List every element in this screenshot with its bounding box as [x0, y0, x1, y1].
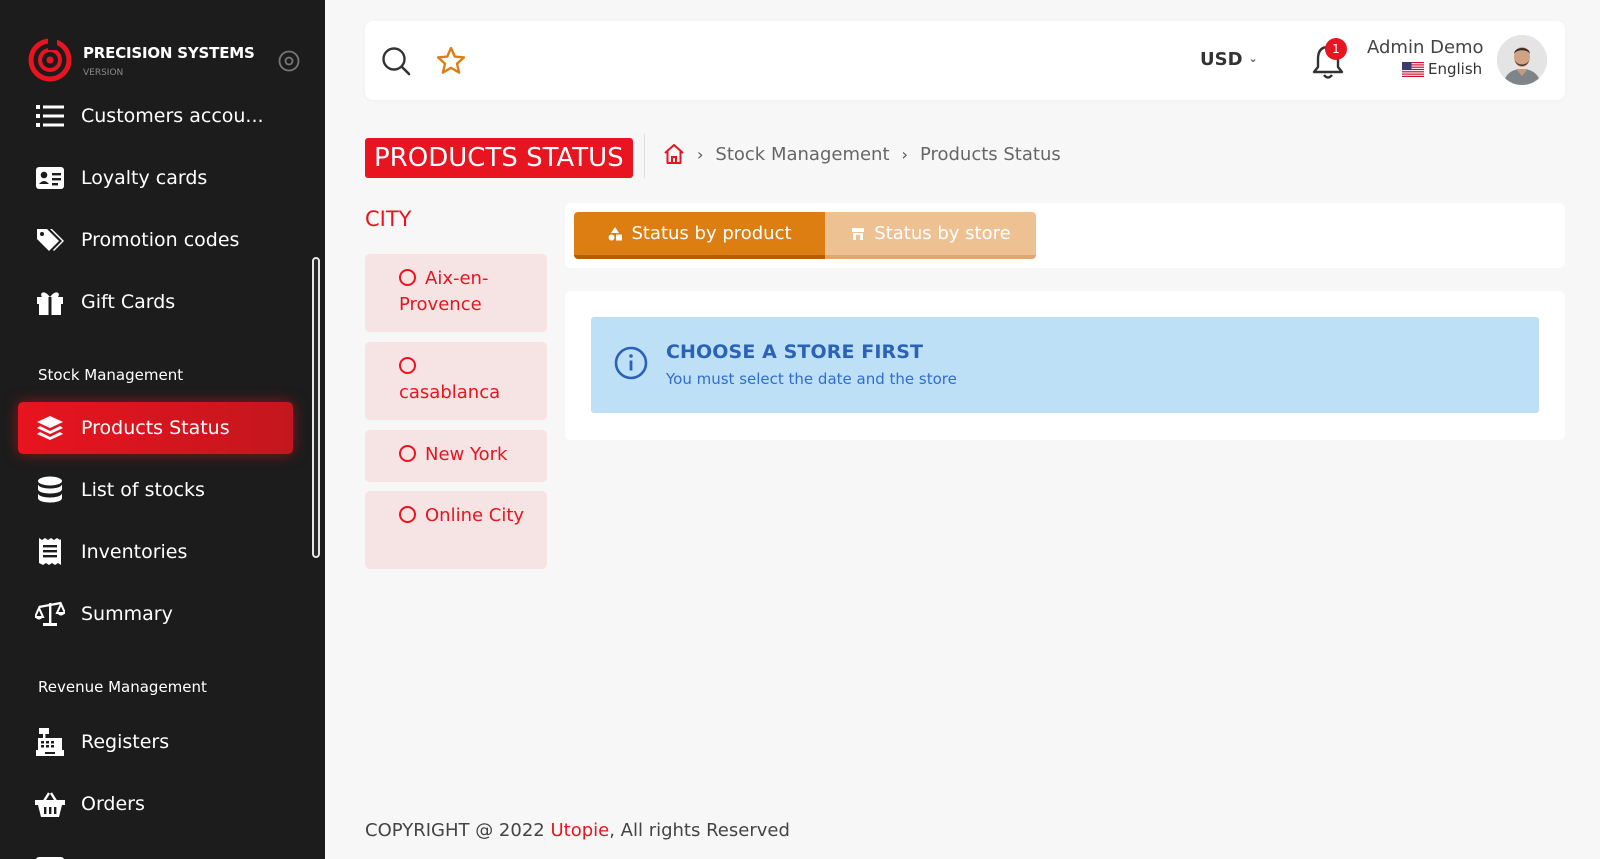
shapes-icon	[608, 226, 623, 240]
cash-register-icon	[35, 727, 65, 757]
alert-title: CHOOSE A STORE FIRST	[666, 341, 924, 363]
city-label: New York	[425, 444, 508, 465]
info-icon	[614, 346, 648, 380]
radio-icon	[399, 269, 416, 286]
sidebar-scrollbar[interactable]	[312, 257, 320, 558]
basket-icon	[35, 789, 65, 819]
city-label: casablanca	[399, 382, 501, 403]
city-option-casablanca[interactable]: casablanca	[365, 342, 547, 420]
city-filter-title: CITY	[365, 207, 412, 231]
city-option-new-york[interactable]: New York	[365, 430, 547, 482]
status-tabs-card: Status by product Status by store	[565, 203, 1565, 268]
sidebar-section-revenue-management: Revenue Management	[38, 678, 207, 696]
footer-brand-link[interactable]: Utopie	[550, 820, 609, 841]
sidebar-item-registers[interactable]: Registers	[18, 716, 293, 768]
city-option-aix-en-provence[interactable]: Aix-en-Provence	[365, 254, 547, 332]
notification-badge: 1	[1325, 38, 1347, 60]
info-alert: CHOOSE A STORE FIRST You must select the…	[591, 317, 1539, 413]
sidebar-item-summary[interactable]: Summary	[18, 588, 293, 640]
sidebar-item-orders[interactable]: Orders	[18, 778, 293, 830]
sidebar-item-products-status[interactable]: Products Status	[18, 402, 293, 454]
currency-label: USD	[1200, 49, 1243, 70]
tab-status-by-store[interactable]: Status by store	[825, 212, 1036, 259]
user-name[interactable]: Admin Demo	[1367, 37, 1484, 58]
language-selector[interactable]: English	[1402, 60, 1482, 78]
layers-icon	[35, 413, 65, 443]
radio-icon	[399, 506, 416, 523]
sidebar-item-label: Loyalty cards	[81, 167, 208, 189]
database-icon	[35, 475, 65, 505]
sidebar-section-stock-management: Stock Management	[38, 366, 184, 384]
tab-status-by-product[interactable]: Status by product	[574, 212, 825, 259]
brand-subtitle: VERSION	[83, 68, 124, 78]
store-icon	[35, 849, 65, 859]
sidebar-item-label: Orders	[81, 793, 145, 815]
top-header: USD ⌄ 1 Admin Demo English	[365, 21, 1565, 100]
title-divider	[644, 134, 645, 178]
sidebar-item-partial[interactable]	[18, 838, 293, 859]
breadcrumb-products-status: Products Status	[919, 143, 1061, 165]
us-flag-icon	[1402, 61, 1424, 77]
tags-icon	[35, 225, 65, 255]
sidebar-item-inventories[interactable]: Inventories	[18, 526, 293, 578]
sidebar-toggle-icon[interactable]	[278, 50, 300, 72]
sidebar-item-loyalty-cards[interactable]: Loyalty cards	[18, 152, 293, 204]
breadcrumb: › Stock Management › Products Status	[663, 143, 1061, 165]
footer-suffix: , All rights Reserved	[609, 820, 790, 841]
sidebar: PRECISION SYSTEMS VERSION Customers acco…	[0, 0, 325, 859]
currency-selector[interactable]: USD ⌄	[1200, 49, 1258, 70]
sidebar-item-promotion-codes[interactable]: Promotion codes	[18, 214, 293, 266]
id-card-icon	[35, 163, 65, 193]
user-avatar-icon	[1497, 35, 1547, 85]
language-label: English	[1428, 60, 1483, 78]
alert-card: CHOOSE A STORE FIRST You must select the…	[565, 291, 1565, 440]
chevron-right-icon: ›	[901, 144, 908, 164]
tab-label: Status by store	[874, 223, 1011, 244]
radio-icon	[399, 357, 416, 374]
list-icon	[35, 101, 65, 131]
scale-icon	[35, 599, 65, 629]
brand-name: PRECISION SYSTEMS	[83, 44, 255, 62]
chevron-down-icon: ⌄	[1248, 52, 1258, 65]
footer-copyright: COPYRIGHT @ 2022 Utopie, All rights Rese…	[365, 820, 790, 841]
sidebar-item-label: Customers accou...	[81, 105, 264, 127]
page-title: PRODUCTS STATUS	[365, 138, 633, 178]
footer-prefix: COPYRIGHT @ 2022	[365, 820, 551, 841]
gift-icon	[35, 287, 65, 317]
avatar[interactable]	[1497, 35, 1547, 85]
home-icon[interactable]	[663, 143, 685, 165]
city-option-online-city[interactable]: Online City	[365, 491, 547, 569]
sidebar-item-label: Registers	[81, 731, 170, 753]
sidebar-item-label: Products Status	[81, 417, 230, 439]
star-icon[interactable]	[435, 45, 467, 77]
sidebar-item-label: Inventories	[81, 541, 188, 563]
sidebar-item-label: List of stocks	[81, 479, 205, 501]
sidebar-item-label: Promotion codes	[81, 229, 240, 251]
sidebar-item-gift-cards[interactable]: Gift Cards	[18, 276, 293, 328]
sidebar-item-label: Gift Cards	[81, 291, 176, 313]
sidebar-item-label: Summary	[81, 603, 173, 625]
radio-icon	[399, 445, 416, 462]
store-icon	[852, 227, 865, 240]
breadcrumb-stock-management[interactable]: Stock Management	[715, 144, 889, 165]
search-icon[interactable]	[380, 45, 412, 77]
city-label: Online City	[425, 505, 525, 526]
sidebar-item-list-of-stocks[interactable]: List of stocks	[18, 464, 293, 516]
sidebar-item-customers-accounts[interactable]: Customers accou...	[18, 90, 293, 142]
tab-label: Status by product	[631, 223, 792, 244]
alert-message: You must select the date and the store	[666, 370, 957, 388]
brand: PRECISION SYSTEMS VERSION	[28, 38, 308, 84]
receipt-icon	[35, 537, 65, 567]
brand-logo-icon	[28, 38, 72, 82]
chevron-right-icon: ›	[697, 144, 704, 164]
